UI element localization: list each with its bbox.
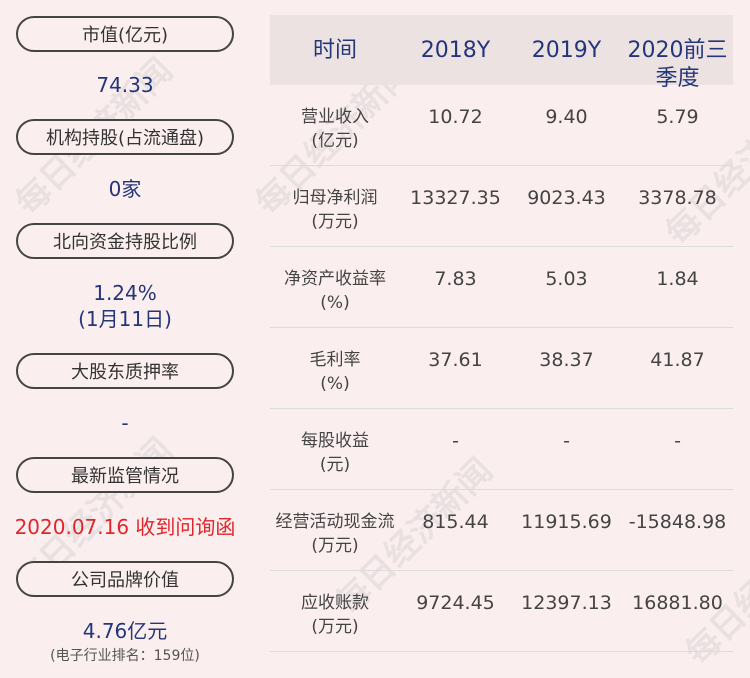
cell-2019: 9023.43: [527, 187, 606, 209]
cell-2019: -: [563, 430, 570, 452]
row-label-name: 每股收益: [301, 431, 369, 451]
cell-2019: 11915.69: [521, 511, 612, 533]
row-label-unit: (亿元): [311, 131, 359, 151]
table-row: 经营活动现金流 (万元) 815.44 11915.69 -15848.98: [270, 490, 733, 571]
northbound-ratio-value: 1.24%: [93, 281, 157, 305]
cell-2019: 12397.13: [521, 592, 612, 614]
cell-2020q3: -: [674, 430, 681, 452]
cell-2020q3: 1.84: [656, 268, 699, 290]
institution-holding-label: 机构持股(占流通盘): [16, 119, 234, 155]
header-2020q3: 2020前三 季度: [622, 37, 733, 93]
header-period: 时间: [312, 38, 357, 63]
cell-2018: 815.44: [422, 511, 489, 533]
financials-table: 时间 2018Y 2019Y 2020前三 季度 营业收入 (亿元) 10.72 …: [270, 15, 733, 652]
row-label-name: 归母净利润: [292, 188, 378, 208]
row-label-unit: (万元): [311, 536, 359, 556]
cell-2018: 7.83: [434, 268, 477, 290]
row-label-name: 毛利率: [309, 350, 361, 370]
cell-2018: 10.72: [428, 106, 483, 128]
cell-2018: 37.61: [428, 349, 483, 371]
table-row: 净资产收益率 (%) 7.83 5.03 1.84: [270, 247, 733, 328]
cell-2018: 13327.35: [410, 187, 501, 209]
brand-rank-note: (电子行业排名：159位): [50, 648, 200, 664]
table-header: 时间 2018Y 2019Y 2020前三 季度: [270, 15, 733, 91]
key-metrics-panel: 市值(亿元) 74.33 机构持股(占流通盘) 0家 北向资金持股比例 1.24…: [0, 0, 250, 678]
table-row: 应收账款 (万元) 9724.45 12397.13 16881.80: [270, 571, 733, 652]
northbound-ratio-date: (1月11日): [78, 307, 172, 331]
row-label-unit: (%): [320, 374, 350, 394]
cell-2020q3: 3378.78: [638, 187, 717, 209]
row-label-unit: (元): [319, 455, 351, 475]
header-2019: 2019Y: [531, 38, 602, 63]
table-row: 毛利率 (%) 37.61 38.37 41.87: [270, 328, 733, 409]
row-label: 营业收入 (亿元): [270, 105, 400, 153]
brand-value-label: 公司品牌价值: [16, 561, 234, 597]
row-label: 净资产收益率 (%): [270, 267, 400, 315]
cell-2019: 38.37: [539, 349, 594, 371]
row-label-name: 净资产收益率: [284, 269, 386, 289]
header-2018: 2018Y: [420, 38, 491, 63]
row-label: 毛利率 (%): [270, 348, 400, 396]
table-row: 营业收入 (亿元) 10.72 9.40 5.79: [270, 85, 733, 166]
cell-2018: 9724.45: [416, 592, 495, 614]
row-label-unit: (万元): [311, 212, 359, 232]
row-label-name: 经营活动现金流: [275, 512, 395, 532]
row-label-name: 应收账款: [301, 593, 369, 613]
row-label-name: 营业收入: [301, 107, 369, 127]
cell-2019: 5.03: [545, 268, 588, 290]
pledge-ratio-value: -: [121, 411, 129, 435]
cell-2020q3: -15848.98: [628, 511, 727, 533]
market-cap-value: 74.33: [96, 73, 154, 97]
pledge-ratio-label: 大股东质押率: [16, 353, 234, 389]
header-2020q3-line2: 季度: [655, 66, 700, 91]
row-label: 每股收益 (元): [270, 429, 400, 477]
table-row: 每股收益 (元) - - -: [270, 409, 733, 490]
regulation-value: 2020.07.16 收到问询函: [14, 515, 236, 539]
cell-2020q3: 5.79: [656, 106, 699, 128]
row-label: 归母净利润 (万元): [270, 186, 400, 234]
cell-2020q3: 41.87: [650, 349, 705, 371]
row-label: 经营活动现金流 (万元): [270, 510, 400, 558]
cell-2018: -: [452, 430, 459, 452]
market-cap-label: 市值(亿元): [16, 16, 234, 52]
row-label-unit: (万元): [311, 617, 359, 637]
northbound-ratio-label: 北向资金持股比例: [16, 223, 234, 259]
cell-2020q3: 16881.80: [632, 592, 723, 614]
row-label-unit: (%): [320, 293, 350, 313]
table-row: 归母净利润 (万元) 13327.35 9023.43 3378.78: [270, 166, 733, 247]
brand-value-value: 4.76亿元: [82, 619, 168, 643]
header-2020q3-line1: 2020前三: [627, 38, 728, 63]
row-label: 应收账款 (万元): [270, 591, 400, 639]
regulation-label: 最新监管情况: [16, 457, 234, 493]
cell-2019: 9.40: [545, 106, 588, 128]
institution-holding-value: 0家: [108, 177, 142, 201]
